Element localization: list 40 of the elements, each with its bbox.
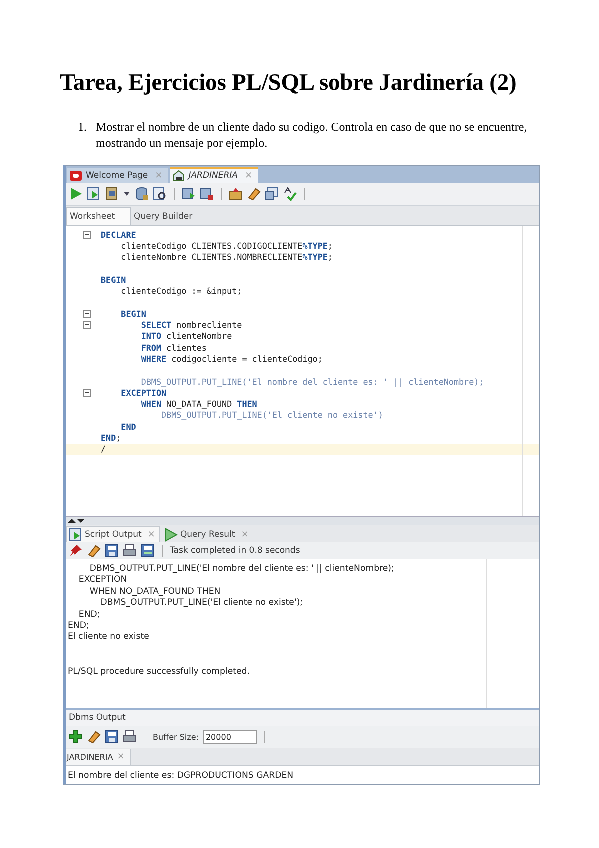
code-line: INTO clienteNombre xyxy=(140,331,232,342)
code-line: SELECT nombrecliente xyxy=(140,320,242,330)
tab[interactable]: JARDINERIA × xyxy=(170,167,258,183)
code-line: EXCEPTION xyxy=(120,388,167,398)
code-line: BEGIN xyxy=(120,308,146,319)
output-line: DBMS_OUTPUT.PUT_LINE('El nombre del cliente es: ' || clienteNombre); xyxy=(88,564,394,574)
tab[interactable]: Script Output × xyxy=(66,526,160,542)
page-title: Tarea, Ejercicios PL/SQL sobre Jardinería (2) xyxy=(60,70,518,97)
code-line: END; xyxy=(101,432,122,443)
output-line: El cliente no existe xyxy=(68,632,150,642)
code-line: DECLARE xyxy=(101,230,136,240)
status-text: Task completed in 0.8 seconds xyxy=(170,546,300,556)
task-text: Mostrar el nombre de un cliente dado su codigo. Controla en caso de que no se encuentre, mostrando un mensaje por ejemplo. xyxy=(96,119,528,151)
code-line: DBMS_OUTPUT.PUT_LINE('El cliente no existe') xyxy=(160,410,384,420)
code-line: WHERE codigocliente = clienteCodigo; xyxy=(140,354,323,364)
code-line: WHEN NO_DATA_FOUND THEN xyxy=(140,399,258,410)
output-line: END; xyxy=(68,620,90,631)
code-line: DBMS_OUTPUT.PUT_LINE('El nombre del cliente es: ' || clienteNombre); xyxy=(140,376,484,386)
field-label: Buffer Size: xyxy=(153,732,199,742)
output-line: El nombre del cliente es: DGPRODUCTIONS GARDEN xyxy=(68,771,294,781)
code-line: FROM clientes xyxy=(140,342,207,353)
code-line: BEGIN xyxy=(101,274,126,285)
code-line: / xyxy=(101,444,106,454)
tab[interactable]: Welcome Page × xyxy=(67,168,168,183)
panel-title: Dbms Output xyxy=(69,713,126,723)
code-line: clienteCodigo := &input; xyxy=(120,286,242,296)
output-line: WHEN NO_DATA_FOUND THEN xyxy=(88,586,221,597)
output-line: PL/SQL procedure successfully completed. xyxy=(68,666,250,677)
list-number: 1. xyxy=(78,119,88,136)
tab[interactable]: Query Builder xyxy=(131,208,199,225)
buffer-size-field[interactable]: 20000 xyxy=(202,730,257,744)
output-line: DBMS_OUTPUT.PUT_LINE('El cliente no existe'); xyxy=(100,598,304,608)
code-line: END xyxy=(120,422,136,432)
tab[interactable]: Query Result × xyxy=(162,527,253,542)
output-line: EXCEPTION xyxy=(78,575,128,586)
tab[interactable]: JARDINERIA × xyxy=(66,749,131,765)
output-line: END; xyxy=(78,610,100,620)
tab[interactable]: Worksheet xyxy=(66,207,131,225)
code-line: clienteCodigo CLIENTES.CODIGOCLIENTE%TYPE; xyxy=(120,240,333,251)
code-line: clienteNombre CLIENTES.NOMBRECLIENTE%TYPE; xyxy=(120,252,333,262)
